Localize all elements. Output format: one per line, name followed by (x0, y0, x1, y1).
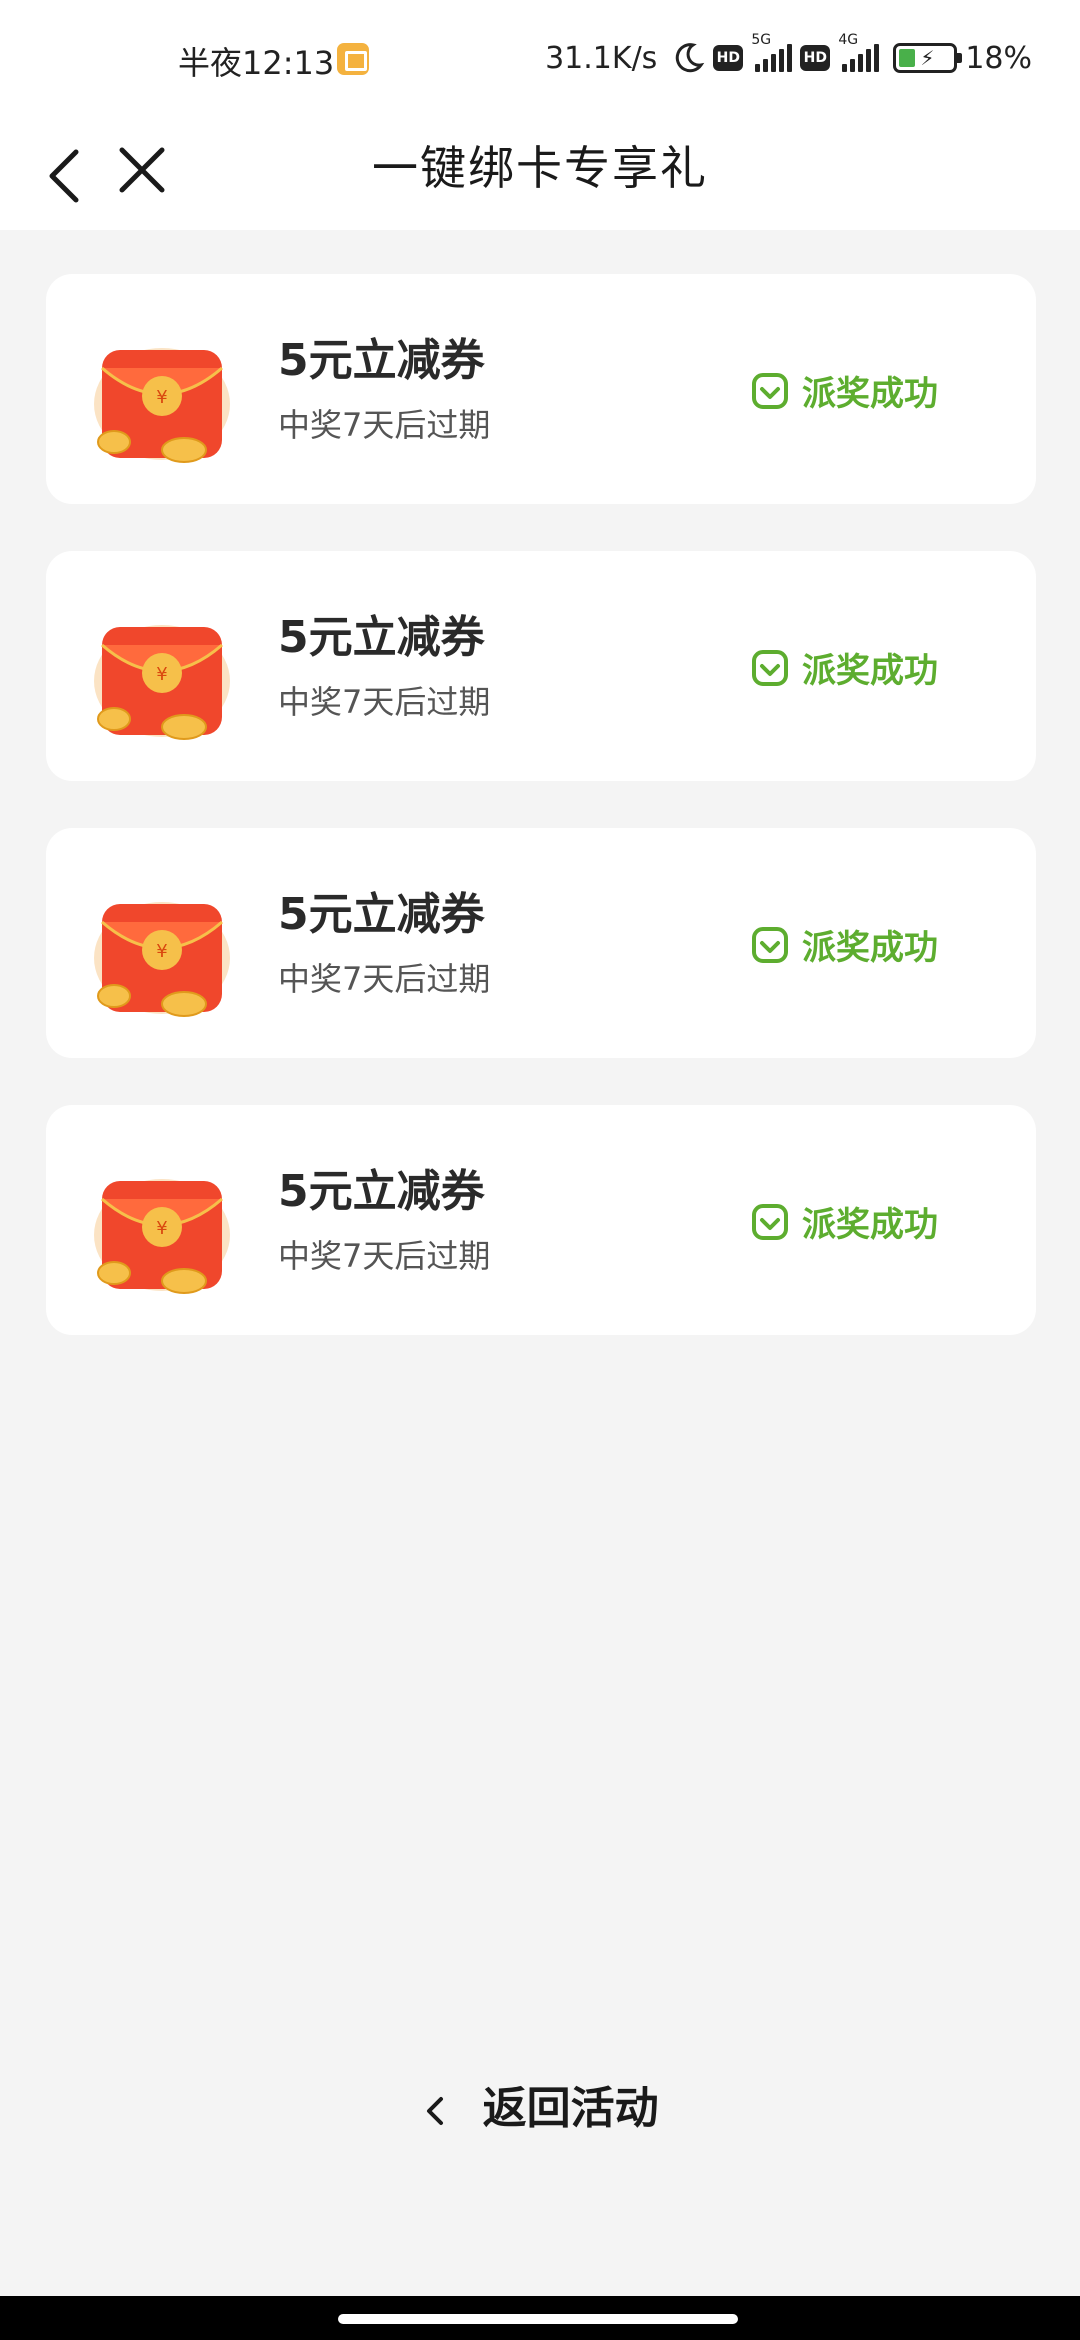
signal-5g-icon: 5G (751, 32, 793, 72)
return-to-activity-button[interactable]: 返回活动 (0, 2072, 1080, 2136)
status-text: 派奖成功 (802, 1205, 938, 1245)
prize-card: ¥ 5元立减券 中奖7天后过期 派奖成功 (46, 1105, 1036, 1335)
notification-icon (337, 43, 369, 75)
check-shield-icon (752, 926, 788, 963)
prize-expiry: 中奖7天后过期 (278, 683, 491, 721)
battery-icon: ⚡ (893, 43, 963, 73)
chevron-left-icon (427, 2097, 444, 2125)
prize-card: ¥ 5元立减券 中奖7天后过期 派奖成功 (46, 274, 1036, 504)
status-badge: 派奖成功 (750, 366, 938, 415)
prize-title: 5元立减券 (278, 612, 485, 663)
red-envelope-icon: ¥ (92, 900, 232, 1017)
home-indicator[interactable] (338, 2314, 738, 2324)
prize-title: 5元立减券 (278, 1166, 485, 1217)
header-bar: 一键绑卡专享礼 (0, 110, 1080, 230)
svg-text:¥: ¥ (156, 387, 167, 408)
status-badge: 派奖成功 (750, 920, 938, 969)
svg-text:¥: ¥ (156, 664, 167, 685)
return-label: 返回活动 (482, 2083, 659, 2134)
svg-text:¥: ¥ (156, 941, 167, 962)
moon-icon (676, 43, 705, 73)
status-time: 半夜12:13 (178, 44, 335, 82)
status-badge: 派奖成功 (750, 1197, 938, 1246)
status-text: 派奖成功 (802, 651, 938, 691)
prize-expiry: 中奖7天后过期 (278, 1237, 491, 1275)
prize-list: ¥ 5元立减券 中奖7天后过期 派奖成功 ¥ 5元立减券 中奖7天后过期 派奖成… (46, 274, 1036, 1382)
network-speed: 31.1K/s (545, 40, 658, 76)
check-shield-icon (752, 372, 788, 409)
prize-card: ¥ 5元立减券 中奖7天后过期 派奖成功 (46, 828, 1036, 1058)
page-title: 一键绑卡专享礼 (372, 141, 708, 195)
hd-badge-2: HD (800, 45, 831, 71)
status-text: 派奖成功 (802, 928, 938, 968)
check-shield-icon (752, 1203, 788, 1240)
red-envelope-icon: ¥ (92, 623, 232, 740)
red-envelope-icon: ¥ (92, 1177, 232, 1294)
signal-4g-icon: 4G (838, 32, 880, 72)
svg-text:¥: ¥ (156, 1218, 167, 1239)
hd-badge: HD (713, 45, 744, 71)
status-indicators: 31.1K/s HD 5G HD 4G ⚡ 18% (545, 32, 1032, 80)
battery-level: 18% (965, 40, 1032, 76)
status-bar: 半夜12:13 31.1K/s HD 5G HD 4G ⚡ 18% (0, 0, 1080, 110)
prize-expiry: 中奖7天后过期 (278, 406, 491, 444)
status-badge: 派奖成功 (750, 643, 938, 692)
gesture-nav-bar (0, 2296, 1080, 2340)
status-text: 派奖成功 (802, 374, 938, 414)
red-envelope-icon: ¥ (92, 346, 232, 463)
prize-title: 5元立减券 (278, 889, 485, 940)
check-shield-icon (752, 649, 788, 686)
prize-title: 5元立减券 (278, 335, 485, 386)
prize-card: ¥ 5元立减券 中奖7天后过期 派奖成功 (46, 551, 1036, 781)
prize-expiry: 中奖7天后过期 (278, 960, 491, 998)
